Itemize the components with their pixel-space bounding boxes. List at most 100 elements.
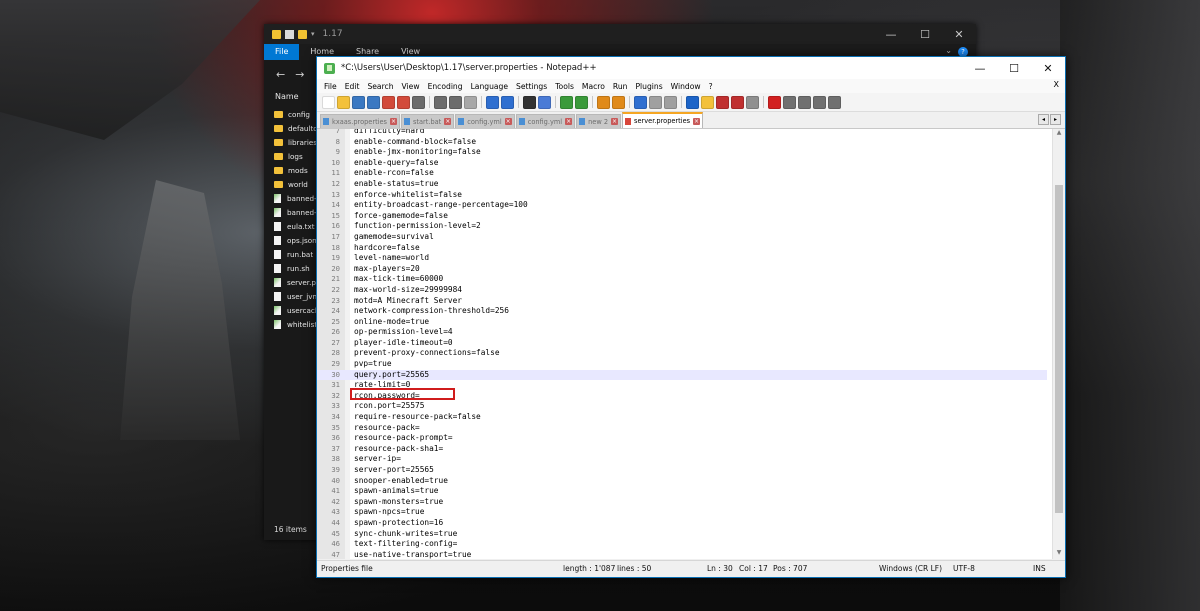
editor-line[interactable]: 34 require-resource-pack=false: [317, 412, 1047, 423]
editor-line[interactable]: 37 resource-pack-sha1=: [317, 444, 1047, 455]
sync-vertical-icon[interactable]: [597, 95, 610, 109]
back-arrow-icon[interactable]: ←: [276, 68, 285, 81]
record-macro-icon[interactable]: [768, 95, 781, 109]
monitoring-icon[interactable]: [746, 95, 759, 109]
editor-line[interactable]: 33 rcon.port=25575: [317, 401, 1047, 412]
close-tab-icon[interactable]: ×: [389, 118, 397, 125]
editor-line[interactable]: 41 spawn-animals=true: [317, 486, 1047, 497]
save-macro-icon[interactable]: [828, 95, 841, 109]
run-macro-multiple-icon[interactable]: [813, 95, 826, 109]
close-document-button[interactable]: X: [1054, 80, 1059, 89]
editor-line[interactable]: 16 function-permission-level=2: [317, 221, 1047, 232]
file-list-item[interactable]: eula.txt: [274, 219, 318, 233]
file-list-item[interactable]: libraries: [274, 135, 318, 149]
menu-item-macro[interactable]: Macro: [578, 82, 609, 91]
editor-line[interactable]: 20 max-players=20: [317, 264, 1047, 275]
editor-line[interactable]: 30 query.port=25565: [317, 369, 1047, 381]
tab-scroll-right-icon[interactable]: ▸: [1050, 114, 1061, 125]
document-tab[interactable]: config.yml ×: [455, 114, 515, 128]
properties-icon[interactable]: [285, 29, 294, 39]
close-tab-icon[interactable]: ×: [444, 118, 452, 125]
menu-item-tools[interactable]: Tools: [551, 82, 578, 91]
menu-item-search[interactable]: Search: [363, 82, 397, 91]
dropdown-icon[interactable]: ▾: [311, 30, 315, 38]
file-list-item[interactable]: defaultconfigs: [274, 121, 318, 135]
editor-line[interactable]: 45 sync-chunk-writes=true: [317, 529, 1047, 540]
close-tab-icon[interactable]: ×: [504, 118, 512, 125]
maximize-button[interactable]: ☐: [908, 24, 942, 44]
editor-area[interactable]: 7 difficulty=hard 8 enable-command-block=fa…: [317, 129, 1065, 559]
editor-line[interactable]: 25 online-mode=true: [317, 317, 1047, 328]
editor-line[interactable]: 24 network-compression-threshold=256: [317, 306, 1047, 317]
show-all-chars-icon[interactable]: [649, 95, 662, 109]
stop-macro-icon[interactable]: [783, 95, 796, 109]
scroll-up-icon[interactable]: ▲: [1053, 129, 1065, 139]
indent-guide-icon[interactable]: [664, 95, 677, 109]
file-list-item[interactable]: world: [274, 177, 318, 191]
close-button[interactable]: ✕: [1031, 57, 1065, 79]
undo-icon[interactable]: [486, 95, 499, 109]
editor-line[interactable]: 46 text-filtering-config=: [317, 539, 1047, 550]
file-list-item[interactable]: mods: [274, 163, 318, 177]
document-tab[interactable]: config.yml ×: [515, 114, 576, 128]
editor-line[interactable]: 27 player-idle-timeout=0: [317, 338, 1047, 349]
minimize-button[interactable]: —: [963, 57, 997, 79]
file-list-item[interactable]: server.properties: [274, 275, 318, 289]
editor-line[interactable]: 13 enforce-whitelist=false: [317, 190, 1047, 201]
editor-line[interactable]: 43 spawn-npcs=true: [317, 507, 1047, 518]
menu-item-view[interactable]: View: [398, 82, 424, 91]
document-tab[interactable]: new 2 ×: [576, 114, 622, 128]
editor-line[interactable]: 18 hardcore=false: [317, 243, 1047, 254]
close-tab-icon[interactable]: ×: [693, 117, 701, 125]
editor-line[interactable]: 42 spawn-monsters=true: [317, 497, 1047, 508]
editor-line[interactable]: 35 resource-pack=: [317, 423, 1047, 434]
user-lang-icon[interactable]: [686, 95, 699, 109]
forward-arrow-icon[interactable]: →: [295, 68, 304, 81]
document-tab[interactable]: server.properties ×: [622, 112, 704, 128]
minimize-button[interactable]: —: [874, 24, 908, 44]
menu-item-run[interactable]: Run: [609, 82, 632, 91]
ribbon-tab-file[interactable]: File: [264, 44, 300, 60]
editor-line[interactable]: 23 motd=A Minecraft Server: [317, 296, 1047, 307]
folder-icon[interactable]: [272, 29, 281, 39]
menu-item-file[interactable]: File: [317, 82, 341, 91]
new-folder-icon[interactable]: [298, 29, 307, 39]
redo-icon[interactable]: [501, 95, 514, 109]
file-list-item[interactable]: run.sh: [274, 261, 318, 275]
replace-icon[interactable]: [538, 95, 551, 109]
document-tab[interactable]: kxaas.properties ×: [320, 114, 400, 128]
editor-line[interactable]: 12 enable-status=true: [317, 179, 1047, 190]
folder-workspace-icon[interactable]: [731, 95, 744, 109]
close-icon[interactable]: [382, 95, 395, 109]
editor-line[interactable]: 10 enable-query=false: [317, 158, 1047, 169]
zoom-in-icon[interactable]: [560, 95, 573, 109]
editor-line[interactable]: 26 op-permission-level=4: [317, 327, 1047, 338]
chevron-down-icon[interactable]: ⌄: [945, 46, 952, 55]
close-all-icon[interactable]: [397, 95, 410, 109]
column-header-name[interactable]: Name: [275, 92, 299, 101]
find-icon[interactable]: [523, 95, 536, 109]
document-tab[interactable]: start.bat ×: [400, 114, 455, 128]
file-list-item[interactable]: ops.json: [274, 233, 318, 247]
menu-item-encoding[interactable]: Encoding: [424, 82, 467, 91]
editor-line[interactable]: 28 prevent-proxy-connections=false: [317, 348, 1047, 359]
editor-line[interactable]: 47 use-native-transport=true: [317, 550, 1047, 559]
doc-map-icon[interactable]: [701, 95, 714, 109]
editor-line[interactable]: 44 spawn-protection=16: [317, 518, 1047, 529]
close-tab-icon[interactable]: ×: [565, 118, 573, 125]
menu-item-edit[interactable]: Edit: [341, 82, 364, 91]
menu-item-plugins[interactable]: Plugins: [631, 82, 666, 91]
print-icon[interactable]: [412, 95, 425, 109]
editor-line[interactable]: 29 pvp=true: [317, 359, 1047, 370]
editor-line[interactable]: 15 force-gamemode=false: [317, 211, 1047, 222]
file-list-item[interactable]: banned-ips.json: [274, 191, 318, 205]
editor-line[interactable]: 17 gamemode=survival: [317, 232, 1047, 243]
editor-line[interactable]: 19 level-name=world: [317, 253, 1047, 264]
editor-line[interactable]: 14 entity-broadcast-range-percentage=100: [317, 200, 1047, 211]
file-list-item[interactable]: logs: [274, 149, 318, 163]
editor-line[interactable]: 11 enable-rcon=false: [317, 168, 1047, 179]
editor-line[interactable]: 22 max-world-size=29999984: [317, 285, 1047, 296]
menu-item-window[interactable]: Window: [667, 82, 705, 91]
editor-line[interactable]: 40 snooper-enabled=true: [317, 476, 1047, 487]
file-list-item[interactable]: whitelist.json: [274, 317, 318, 331]
